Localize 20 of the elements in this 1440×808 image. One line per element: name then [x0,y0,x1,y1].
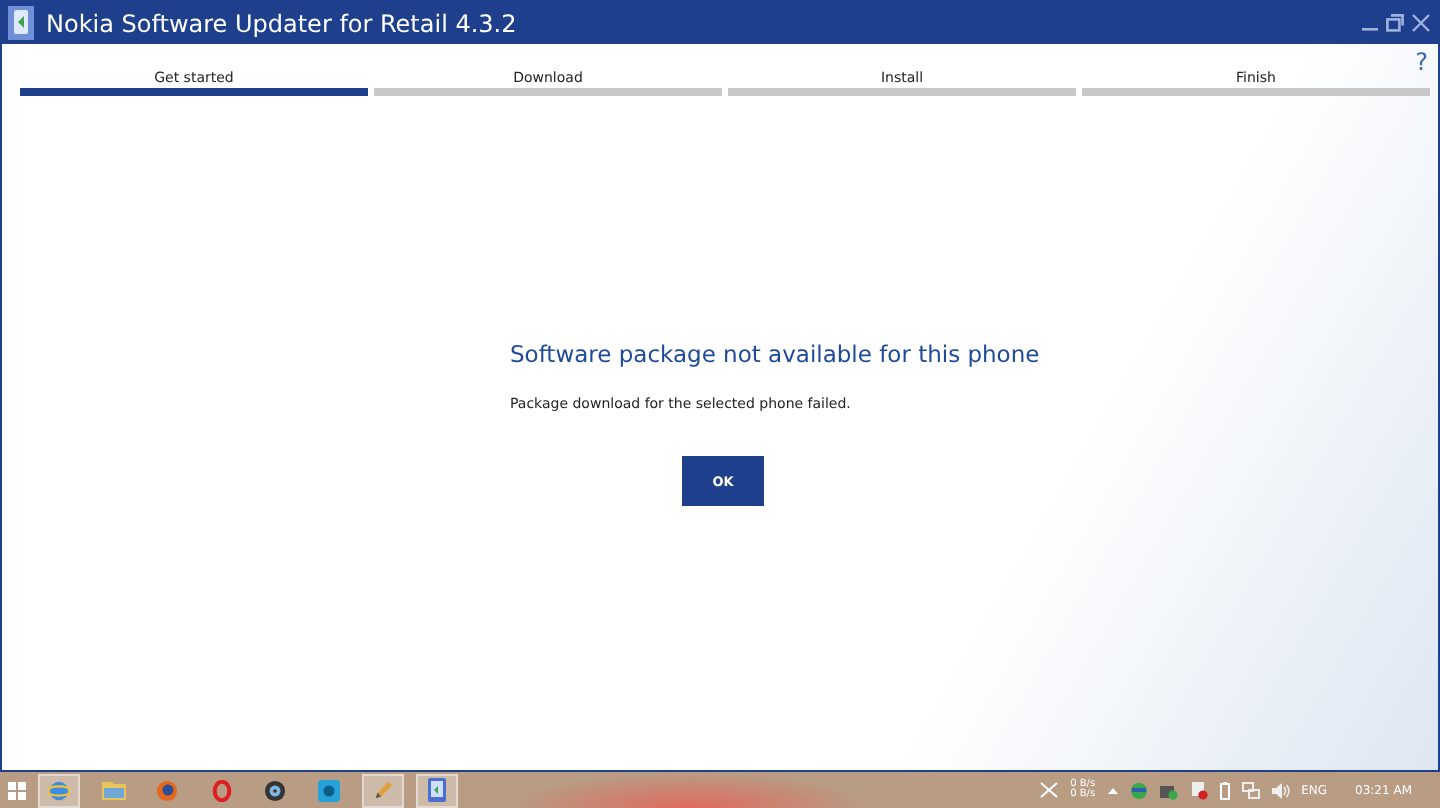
network-icon[interactable] [1241,781,1260,799]
globe-icon[interactable] [1129,781,1148,799]
speaker-icon[interactable] [1271,781,1290,799]
error-heading: Software package not available for this phone [510,340,1040,368]
pencil-icon [372,779,394,801]
battery-icon[interactable] [1219,781,1230,799]
globe-icon [48,779,70,801]
phone-icon [8,6,34,40]
help-link[interactable]: ? [1415,50,1428,74]
folder-icon [101,780,125,800]
caret-icon[interactable] [1107,786,1118,794]
close-icon[interactable] [1412,14,1430,32]
ring-icon [211,779,231,801]
taskbar-app[interactable] [416,773,458,807]
app-icon [318,779,340,801]
windows-icon[interactable] [8,781,26,799]
restore-icon[interactable] [1386,14,1404,32]
disc-icon [264,779,286,801]
window-title: Nokia Software Updater for Retail 4.3.2 [46,9,517,37]
phone-icon [428,778,446,802]
